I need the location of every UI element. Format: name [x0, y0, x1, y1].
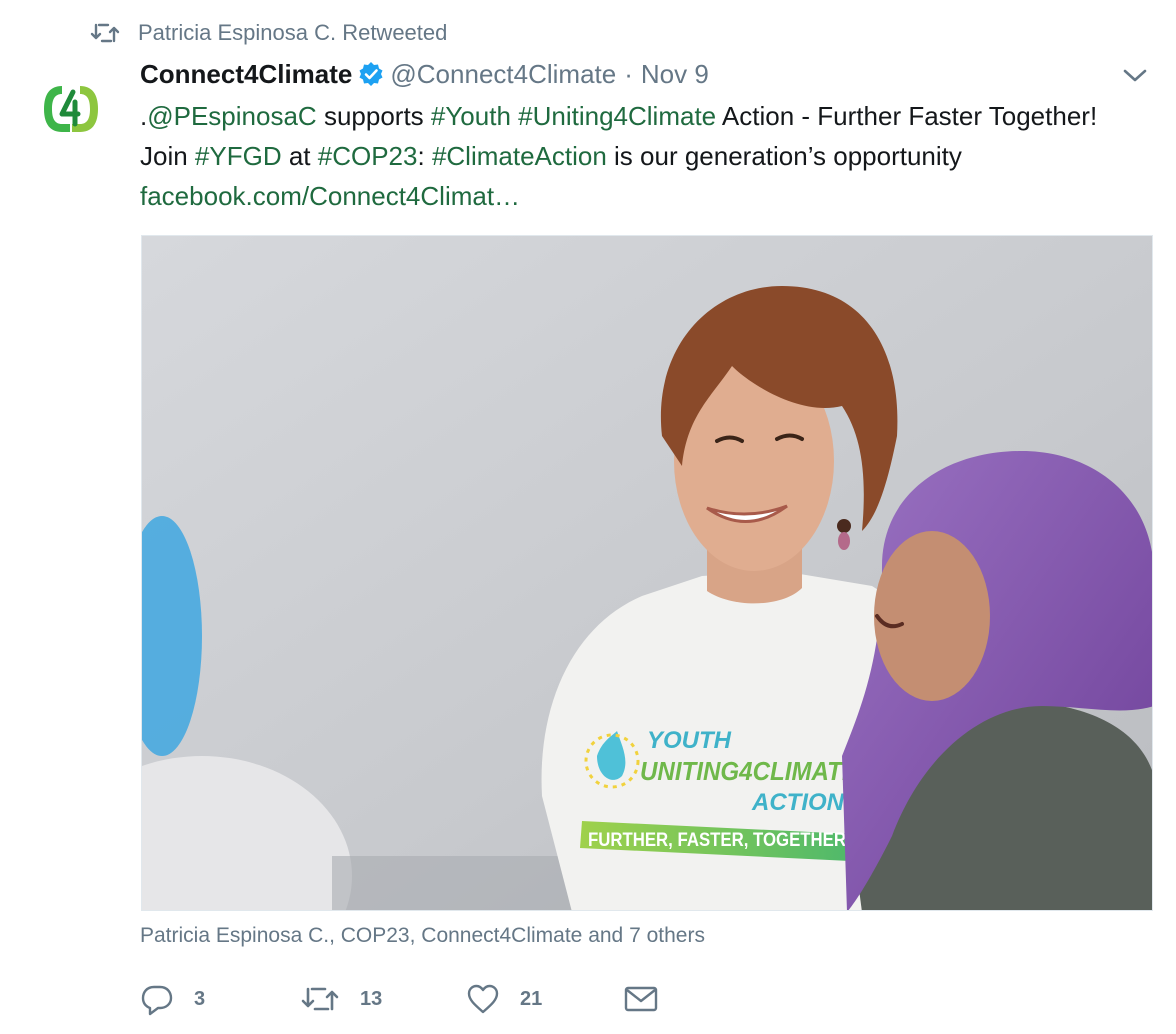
- shirt-line-4: FURTHER, FASTER, TOGETHER: [588, 830, 846, 851]
- shirt-line-1: YOUTH: [647, 727, 732, 754]
- header-separator: ·: [624, 58, 633, 89]
- retweet-context[interactable]: Patricia Espinosa C. Retweeted: [90, 18, 447, 48]
- tagged-people[interactable]: Patricia Espinosa C., COP23, Connect4Cli…: [140, 924, 705, 948]
- shirt-line-2: UNITING4CLIMATE: [640, 756, 859, 786]
- envelope-icon: [624, 985, 658, 1013]
- tweet-header: Connect4Climate @Connect4Climate · Nov 9: [140, 56, 709, 92]
- heart-icon: [466, 983, 500, 1015]
- reply-icon: [140, 982, 174, 1016]
- retweet-count: 13: [360, 987, 383, 1010]
- like-button[interactable]: 21: [466, 978, 542, 1020]
- hashtag-link[interactable]: #COP23: [318, 141, 418, 171]
- author-handle[interactable]: @Connect4Climate: [390, 59, 616, 90]
- hashtag-link[interactable]: #YFGD: [195, 141, 282, 171]
- reply-button[interactable]: 3: [140, 978, 205, 1020]
- avatar[interactable]: [40, 78, 102, 140]
- retweet-icon: [90, 21, 120, 45]
- retweet-context-text: Patricia Espinosa C. Retweeted: [138, 20, 448, 45]
- tweet-photo[interactable]: YOUTH UNITING4CLIMATE ACTION FURTHER, FA…: [141, 235, 1153, 911]
- like-count: 21: [520, 987, 543, 1010]
- verified-badge-icon: [358, 61, 384, 87]
- direct-message-button[interactable]: [624, 978, 678, 1020]
- url-link[interactable]: facebook.com/Connect4Climat…: [140, 181, 520, 211]
- tweet-text-segment: is our generation’s opportunity: [606, 141, 962, 171]
- connect4climate-logo: [44, 86, 98, 132]
- retweet-icon: [300, 984, 340, 1014]
- tweet-actions: 3 13 21: [140, 978, 700, 1020]
- chevron-down-icon[interactable]: [1120, 62, 1150, 90]
- author-name[interactable]: Connect4Climate: [140, 59, 352, 90]
- tweet-text-segment: :: [417, 141, 432, 171]
- reply-count: 3: [194, 987, 206, 1010]
- shirt-line-3: ACTION: [751, 789, 845, 816]
- hashtag-link[interactable]: #ClimateAction: [432, 141, 607, 171]
- hashtag-link[interactable]: #Uniting4Climate: [518, 101, 716, 131]
- tweet-text: .@PEspinosaC supports #Youth #Uniting4Cl…: [140, 96, 1140, 216]
- retweet-button[interactable]: 13: [300, 978, 382, 1020]
- mention-link[interactable]: @PEspinosaC: [147, 101, 316, 131]
- tweet-text-segment: supports: [316, 101, 431, 131]
- tweet-text-segment: at: [281, 141, 318, 171]
- hashtag-link[interactable]: #Youth: [431, 101, 511, 131]
- tweet-date[interactable]: Nov 9: [641, 59, 709, 90]
